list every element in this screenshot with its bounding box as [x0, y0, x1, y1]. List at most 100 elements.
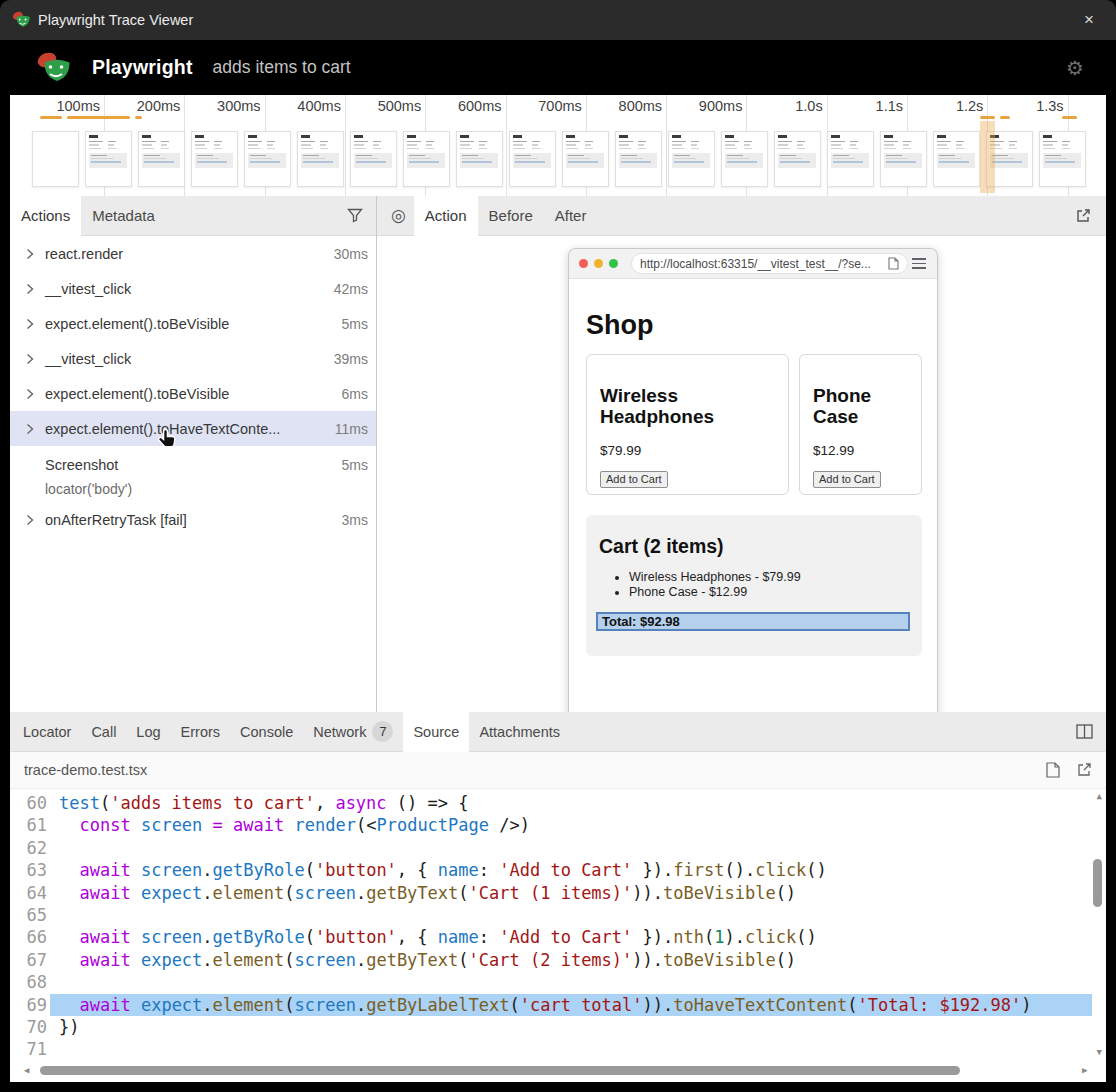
copy-url-icon[interactable]	[888, 257, 899, 270]
horizontal-scrollbar-thumb[interactable]	[40, 1066, 960, 1075]
code-line: 66 await screen.getByRole('button', { na…	[10, 926, 1106, 948]
timeline-thumbnail[interactable]	[880, 131, 927, 187]
action-duration: 42ms	[334, 281, 368, 297]
timeline-thumbnail[interactable]	[191, 131, 238, 187]
traffic-light-dot	[609, 259, 618, 268]
action-row[interactable]: expect.element().toBeVisible6ms	[10, 376, 376, 411]
action-row[interactable]: onAfterRetryTask [fail]3ms	[10, 502, 376, 537]
source-code[interactable]: 60test('adds items to cart', async () =>…	[10, 789, 1106, 1082]
code-line: 63 await screen.getByRole('button', { na…	[10, 859, 1106, 881]
expand-chevron-icon[interactable]	[26, 423, 36, 435]
timeline-label: 1.0s	[752, 98, 823, 114]
open-external-icon[interactable]	[1077, 762, 1092, 777]
tab-log[interactable]: Log	[126, 712, 170, 752]
tab-locator[interactable]: Locator	[13, 712, 81, 752]
code-line: 69 await expect.element(screen.getByLabe…	[10, 994, 1106, 1016]
line-number: 71	[10, 1038, 50, 1060]
add-to-cart-button[interactable]: Add to Cart	[600, 471, 668, 488]
settings-gear-icon[interactable]: ⚙	[1066, 56, 1084, 80]
playwright-trace-viewer-window: Playwright Trace Viewer × Playwright add…	[0, 0, 1116, 1092]
timeline-label: 800ms	[591, 98, 662, 114]
timeline-thumbnail[interactable]	[615, 131, 662, 187]
timeline-filmstrip[interactable]	[32, 131, 1086, 189]
timeline-label: 1.1s	[832, 98, 903, 114]
timeline-thumbnail[interactable]	[933, 131, 980, 187]
action-row[interactable]: __vitest_click39ms	[10, 341, 376, 376]
timeline-thumbnail[interactable]	[1039, 131, 1086, 187]
expand-chevron-icon[interactable]	[26, 283, 36, 295]
timeline-thumbnail[interactable]	[350, 131, 397, 187]
timeline-thumbnail[interactable]	[509, 131, 556, 187]
action-duration: 30ms	[334, 246, 368, 262]
product-name: Phone Case	[813, 385, 908, 428]
timeline-thumbnail[interactable]	[138, 131, 185, 187]
cart-section: Cart (2 items) Wireless Headphones - $79…	[586, 515, 922, 656]
timeline-thumbnail[interactable]	[244, 131, 291, 187]
timeline-activity-bar	[1062, 116, 1077, 119]
address-bar[interactable]: http://localhost:63315/__vitest_test__/?…	[631, 253, 908, 274]
tab-source[interactable]: Source	[403, 712, 469, 752]
timeline-thumbnail[interactable]	[456, 131, 503, 187]
action-row[interactable]: expect.element().toBeVisible5ms	[10, 306, 376, 341]
layout-columns-icon[interactable]	[1076, 724, 1093, 739]
timeline-thumbnail[interactable]	[85, 131, 132, 187]
tab-after[interactable]: After	[544, 196, 598, 236]
action-name: expect.element().toBeVisible	[45, 386, 229, 402]
close-icon[interactable]: ×	[1084, 10, 1094, 30]
expand-chevron-icon[interactable]	[26, 388, 36, 400]
code-line: 61 const screen = await render(<ProductP…	[10, 814, 1106, 836]
timeline-thumbnail[interactable]	[297, 131, 344, 187]
product-name: Wireless Headphones	[600, 385, 775, 428]
window-titlebar: Playwright Trace Viewer ×	[0, 0, 1116, 40]
tab-errors[interactable]: Errors	[171, 712, 230, 752]
expand-chevron-icon[interactable]	[26, 353, 36, 365]
timeline[interactable]: 100ms200ms300ms400ms500ms600ms700ms800ms…	[10, 95, 1106, 196]
scroll-down-arrow[interactable]: ▼	[1097, 1047, 1102, 1057]
open-snapshot-external-icon[interactable]	[1075, 207, 1092, 224]
product-price: $12.99	[813, 443, 908, 458]
tab-call[interactable]: Call	[81, 712, 126, 752]
timeline-thumbnail[interactable]	[774, 131, 821, 187]
tab-network[interactable]: Network7	[303, 712, 403, 752]
expand-chevron-icon[interactable]	[26, 248, 36, 260]
copy-source-icon[interactable]	[1046, 762, 1060, 778]
action-locator: locator('body')	[45, 481, 376, 497]
timeline-thumbnail[interactable]	[562, 131, 609, 187]
action-row[interactable]: Screenshot5mslocator('body')	[10, 446, 376, 502]
pick-locator-icon[interactable]: ◎	[391, 205, 406, 226]
timeline-thumbnail[interactable]	[403, 131, 450, 187]
test-title: adds items to cart	[213, 57, 351, 78]
line-number: 66	[10, 926, 50, 948]
tab-action[interactable]: Action	[414, 196, 478, 236]
expand-chevron-icon[interactable]	[26, 318, 36, 330]
action-row[interactable]: expect.element().toHaveTextConte...11ms	[10, 411, 376, 446]
actions-tabbar: ActionsMetadata	[10, 196, 376, 236]
tab-before[interactable]: Before	[478, 196, 544, 236]
timeline-current-position[interactable]	[980, 121, 995, 193]
tab-console[interactable]: Console	[230, 712, 303, 752]
filter-icon[interactable]	[347, 208, 363, 223]
menu-icon[interactable]	[912, 258, 926, 269]
timeline-label: 300ms	[190, 98, 261, 114]
expand-chevron-icon[interactable]	[26, 514, 36, 526]
timeline-thumbnail[interactable]	[32, 131, 79, 187]
scroll-left-arrow[interactable]: ◀	[24, 1065, 29, 1075]
timeline-thumbnail[interactable]	[721, 131, 768, 187]
tab-attachments[interactable]: Attachments	[469, 712, 570, 752]
tab-label: Attachments	[479, 712, 560, 752]
action-row[interactable]: react.render30ms	[10, 236, 376, 271]
source-filebar: trace-demo.test.tsx	[10, 752, 1106, 789]
scroll-right-arrow[interactable]: ▶	[1082, 1065, 1087, 1075]
scroll-up-arrow[interactable]: ▲	[1097, 791, 1102, 801]
line-number: 62	[10, 837, 50, 859]
product-card: Phone Case $12.99 Add to Cart	[799, 354, 922, 495]
traffic-light-dot	[579, 259, 588, 268]
timeline-thumbnail[interactable]	[668, 131, 715, 187]
action-row[interactable]: __vitest_click42ms	[10, 271, 376, 306]
tab-metadata[interactable]: Metadata	[81, 196, 166, 236]
vertical-scrollbar-thumb[interactable]	[1093, 859, 1102, 907]
timeline-thumbnail[interactable]	[827, 131, 874, 187]
tab-actions[interactable]: Actions	[10, 196, 81, 236]
product-card: Wireless Headphones$79.99Add to Cart	[586, 354, 789, 495]
add-to-cart-button[interactable]: Add to Cart	[813, 471, 881, 488]
